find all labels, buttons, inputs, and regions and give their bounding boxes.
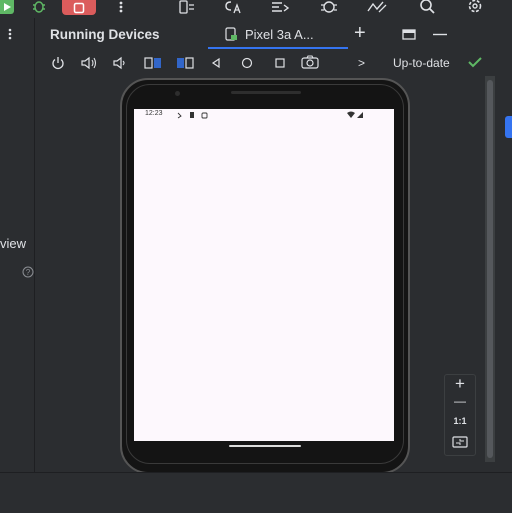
main-toolbar	[0, 0, 512, 18]
rotate-left-icon	[144, 56, 162, 70]
checkmark-icon	[468, 56, 482, 68]
settings-button[interactable]	[464, 0, 486, 14]
sync-icon	[269, 0, 291, 14]
screenshot-button[interactable]	[301, 55, 319, 70]
volume-up-button[interactable]	[81, 56, 99, 70]
tab-pixel-3a[interactable]: Pixel 3a A...	[208, 18, 348, 50]
vertical-scrollbar-thumb[interactable]	[487, 80, 493, 458]
minimize-button[interactable]	[433, 33, 447, 36]
sync-button[interactable]	[268, 0, 292, 14]
search-button[interactable]	[416, 0, 438, 14]
status-notification-icons	[176, 111, 212, 119]
active-tab-indicator	[208, 47, 348, 49]
phone-speaker	[231, 91, 301, 94]
more-icon	[8, 28, 12, 40]
power-icon	[51, 56, 65, 70]
vertical-scrollbar-track[interactable]	[485, 76, 495, 462]
translations-button[interactable]	[222, 0, 244, 14]
add-tab-button[interactable]: +	[354, 22, 366, 45]
device-display-area: 12:23 + — 1:1	[35, 76, 485, 474]
rotate-left-button[interactable]	[144, 56, 162, 70]
home-button[interactable]	[240, 56, 254, 70]
window-layout-button[interactable]	[402, 29, 416, 40]
left-panel-options-button[interactable]	[8, 28, 12, 40]
back-triangle-icon	[210, 56, 222, 70]
help-icon: ?	[22, 266, 34, 278]
run-icon	[2, 2, 12, 12]
fit-screen-icon	[452, 436, 468, 448]
svg-text:?: ?	[26, 268, 31, 277]
left-panel-label: view	[0, 236, 27, 251]
back-button[interactable]	[210, 56, 222, 70]
left-tool-panel: view ?	[0, 18, 35, 472]
profiler-icon	[319, 0, 339, 14]
camera-icon	[301, 55, 319, 70]
debug-icon	[31, 0, 47, 14]
zoom-controls: + — 1:1	[444, 374, 476, 456]
phone-status-bar: 12:23	[134, 109, 394, 121]
overview-square-icon	[273, 56, 287, 70]
tool-window-title: Running Devices	[50, 27, 160, 42]
overview-button[interactable]	[273, 56, 287, 70]
power-button[interactable]	[51, 56, 65, 70]
app-quality-icon	[365, 0, 389, 14]
device-tab-icon	[224, 27, 238, 41]
status-wifi-signal-icons	[346, 111, 366, 119]
rotate-right-button[interactable]	[176, 56, 194, 70]
volume-down-icon	[113, 56, 127, 70]
window-layout-icon	[402, 29, 416, 40]
minimize-icon	[433, 33, 447, 36]
tab-label: Pixel 3a A...	[245, 27, 314, 42]
translate-icon	[223, 0, 243, 14]
device-toolbar: > Up-to-date	[35, 50, 490, 77]
gesture-nav-bar[interactable]	[229, 445, 301, 447]
volume-down-button[interactable]	[113, 56, 127, 70]
device-manager-button[interactable]	[176, 0, 196, 14]
stop-button[interactable]	[62, 0, 96, 15]
zoom-out-button[interactable]: —	[445, 394, 475, 408]
stop-icon	[73, 2, 85, 14]
volume-up-icon	[81, 56, 99, 70]
actual-size-button[interactable]: 1:1	[445, 416, 475, 426]
status-time: 12:23	[145, 110, 163, 117]
more-actions-button[interactable]	[114, 0, 128, 14]
more-icon	[119, 1, 123, 13]
bottom-panel	[0, 472, 512, 513]
debug-button[interactable]	[30, 0, 48, 14]
phone-screen[interactable]: 12:23	[134, 109, 394, 441]
right-gutter	[485, 76, 512, 462]
profiler-button[interactable]	[318, 0, 340, 14]
home-circle-icon	[240, 56, 254, 70]
tool-window-header: Running Devices Pixel 3a A... +	[35, 18, 512, 50]
phone-camera	[175, 91, 180, 96]
help-button[interactable]: ?	[22, 266, 34, 278]
fit-screen-button[interactable]	[452, 436, 468, 448]
search-icon	[418, 0, 436, 14]
app-quality-button[interactable]	[364, 0, 390, 14]
zoom-in-button[interactable]: +	[445, 374, 475, 394]
rotate-right-icon	[176, 56, 194, 70]
status-label: Up-to-date	[393, 56, 450, 70]
gear-icon	[466, 0, 484, 14]
run-button[interactable]	[0, 0, 14, 14]
device-manager-icon	[177, 0, 195, 14]
right-tool-stripe-button[interactable]	[505, 116, 512, 138]
toolbar-overflow-button[interactable]: >	[358, 56, 365, 70]
